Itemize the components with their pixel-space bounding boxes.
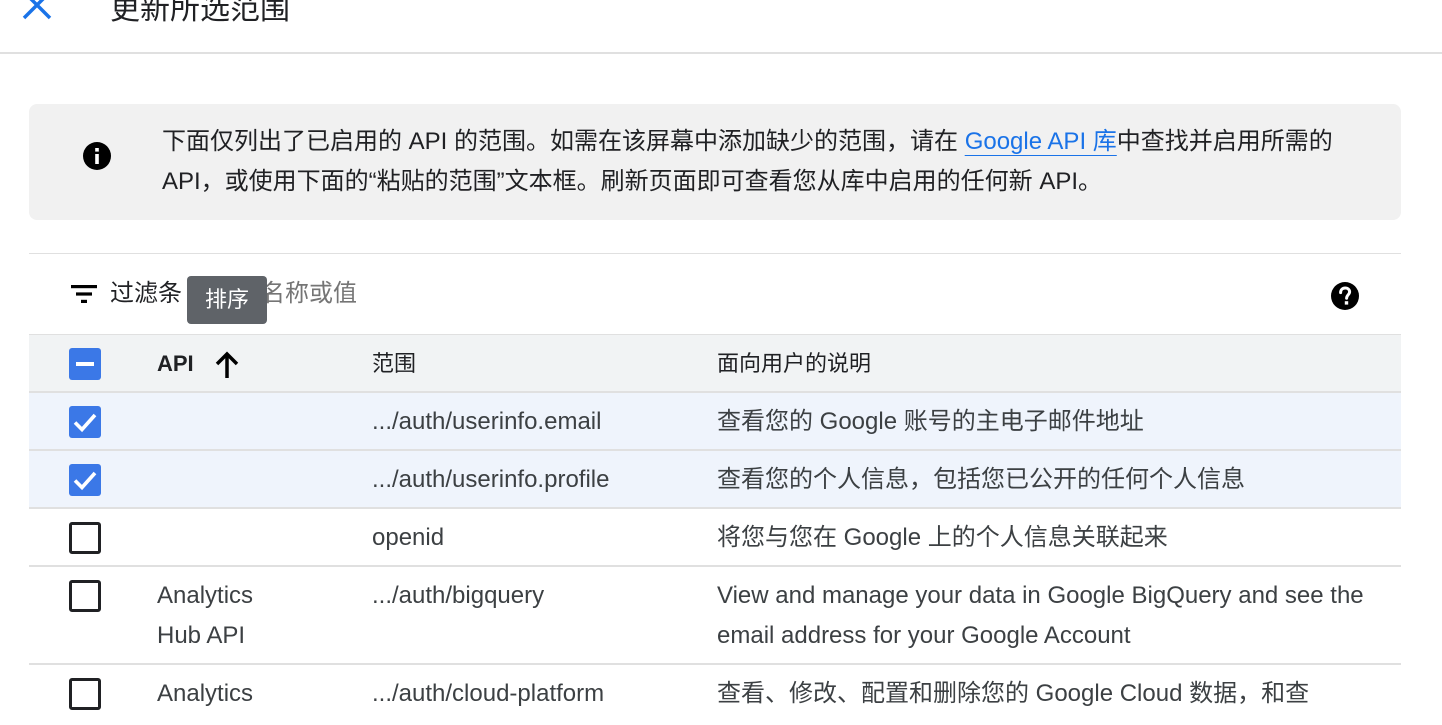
row-description: 查看、修改、配置和删除您的 Google Cloud 数据，和查 [717,680,1310,707]
row-description: 查看您的个人信息，包括您已公开的任何个人信息 [717,466,1245,493]
help-icon[interactable] [1331,282,1359,310]
row-scope: .../auth/userinfo.email [372,408,602,435]
table-row[interactable]: Analytics .../auth/cloud-platform 查看、修改、… [29,665,1401,725]
table-row[interactable]: openid 将您与您在 Google 上的个人信息关联起来 [29,509,1401,567]
row-checkbox[interactable] [69,406,101,438]
row-scope: .../auth/cloud-platform [372,680,605,707]
page-title: 更新所选范围 [110,0,290,26]
filter-icon[interactable] [69,282,99,306]
checkbox-indeterminate-icon [76,362,94,366]
row-description: 将您与您在 Google 上的个人信息关联起来 [717,524,1168,551]
table-row[interactable]: .../auth/userinfo.email 查看您的 Google 账号的主… [29,393,1401,451]
row-scope: .../auth/userinfo.profile [372,466,610,493]
filter-label: 过滤条 [110,280,182,307]
filter-input[interactable] [189,276,889,312]
dialog-header: 更新所选范围 [0,0,1442,54]
column-header-api[interactable]: API [157,344,194,384]
select-all-checkbox[interactable] [69,348,101,380]
checkbox-checked-icon [73,413,97,433]
row-scope: .../auth/bigquery [372,582,545,609]
info-icon [83,142,111,170]
row-checkbox[interactable] [69,522,101,554]
info-text-before: 下面仅列出了已启用的 API 的范围。如需在该屏幕中添加缺少的范围，请在 [162,128,965,155]
row-checkbox[interactable] [69,464,101,496]
row-checkbox[interactable] [69,678,101,710]
row-api: Analytics Hub API [157,582,254,649]
google-api-library-link[interactable]: Google API 库 [965,128,1117,155]
sort-tooltip: 排序 [187,276,267,324]
row-scope: openid [372,524,445,551]
scopes-table: API 范围 面向用户的说明 .../auth/userinfo.email 查… [29,335,1401,725]
row-description: 查看您的 Google 账号的主电子邮件地址 [717,408,1144,435]
close-icon[interactable] [18,0,58,28]
info-message: 下面仅列出了已启用的 API 的范围。如需在该屏幕中添加缺少的范围，请在 Goo… [162,122,1362,202]
checkbox-checked-icon [73,471,97,491]
info-banner: 下面仅列出了已启用的 API 的范围。如需在该屏幕中添加缺少的范围，请在 Goo… [29,104,1401,220]
column-header-description[interactable]: 面向用户的说明 [717,344,871,384]
table-row[interactable]: Analytics Hub API .../auth/bigquery View… [29,567,1401,665]
row-api: Analytics [157,680,254,707]
table-row[interactable]: .../auth/userinfo.profile 查看您的个人信息，包括您已公… [29,451,1401,509]
row-checkbox[interactable] [69,580,101,612]
table-header-row: API 范围 面向用户的说明 [29,335,1401,393]
column-header-scope[interactable]: 范围 [372,344,416,384]
row-description: View and manage your data in Google BigQ… [717,582,1364,649]
sort-arrow-up-icon[interactable] [213,350,241,380]
